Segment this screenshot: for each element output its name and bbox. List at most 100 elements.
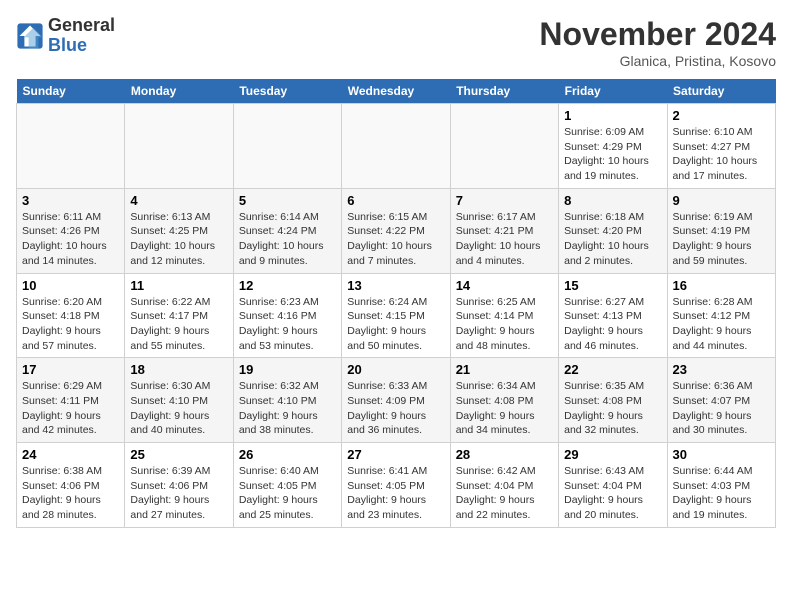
calendar-cell: 21Sunrise: 6:34 AM Sunset: 4:08 PM Dayli… [450,358,558,443]
calendar-cell [125,104,233,189]
calendar-week-row: 17 Sunrise: 6:29 AM Sunset: 4:11 PM Dayli… [17,358,776,443]
month-year-title: November 2024 [539,16,776,53]
day-number: 3 [22,193,119,208]
day-info: Sunrise: 6:33 AM Sunset: 4:09 PM Dayligh… [347,379,444,438]
day-number: 23 [673,362,770,377]
day-info: Sunrise: 6:10 AM Sunset: 4:27 PM Dayligh… [673,125,770,184]
day-number: 4 [130,193,227,208]
day-number: 19 [239,362,336,377]
calendar-cell [342,104,450,189]
day-info: Sunrise: 6:38 AM Sunset: 4:06 PM Dayligh… [22,464,119,523]
calendar-cell: 17 Sunrise: 6:29 AM Sunset: 4:11 PM Dayli… [17,358,125,443]
day-number: 29 [564,447,661,462]
calendar-cell: 8Sunrise: 6:18 AM Sunset: 4:20 PM Daylig… [559,188,667,273]
calendar-week-row: 1 Sunrise: 6:09 AM Sunset: 4:29 PM Daylig… [17,104,776,189]
calendar-cell: 7 Sunrise: 6:17 AM Sunset: 4:21 PM Daylig… [450,188,558,273]
day-number: 2 [673,108,770,123]
day-number: 10 [22,278,119,293]
day-info: Sunrise: 6:30 AM Sunset: 4:10 PM Dayligh… [130,379,227,438]
day-info: Sunrise: 6:29 AM Sunset: 4:11 PM Dayligh… [22,379,119,438]
day-number: 27 [347,447,444,462]
day-info: Sunrise: 6:28 AM Sunset: 4:12 PM Dayligh… [673,295,770,354]
weekday-header-thursday: Thursday [450,79,558,104]
calendar-cell: 2 Sunrise: 6:10 AM Sunset: 4:27 PM Daylig… [667,104,775,189]
day-info: Sunrise: 6:22 AM Sunset: 4:17 PM Dayligh… [130,295,227,354]
day-number: 25 [130,447,227,462]
day-info: Sunrise: 6:35 AM Sunset: 4:08 PM Dayligh… [564,379,661,438]
day-info: Sunrise: 6:19 AM Sunset: 4:19 PM Dayligh… [673,210,770,269]
day-info: Sunrise: 6:15 AM Sunset: 4:22 PM Dayligh… [347,210,444,269]
calendar-table: SundayMondayTuesdayWednesdayThursdayFrid… [16,79,776,528]
day-info: Sunrise: 6:43 AM Sunset: 4:04 PM Dayligh… [564,464,661,523]
day-number: 1 [564,108,661,123]
logo-line1: General [48,16,115,36]
location-subtitle: Glanica, Pristina, Kosovo [539,53,776,69]
day-info: Sunrise: 6:39 AM Sunset: 4:06 PM Dayligh… [130,464,227,523]
day-info: Sunrise: 6:32 AM Sunset: 4:10 PM Dayligh… [239,379,336,438]
calendar-cell: 16 Sunrise: 6:28 AM Sunset: 4:12 PM Dayli… [667,273,775,358]
calendar-cell: 29 Sunrise: 6:43 AM Sunset: 4:04 PM Dayli… [559,443,667,528]
day-number: 24 [22,447,119,462]
calendar-cell: 30Sunrise: 6:44 AM Sunset: 4:03 PM Dayli… [667,443,775,528]
day-info: Sunrise: 6:41 AM Sunset: 4:05 PM Dayligh… [347,464,444,523]
calendar-cell: 24 Sunrise: 6:38 AM Sunset: 4:06 PM Dayli… [17,443,125,528]
title-block: November 2024 Glanica, Pristina, Kosovo [539,16,776,69]
calendar-cell: 20Sunrise: 6:33 AM Sunset: 4:09 PM Dayli… [342,358,450,443]
logo-line2: Blue [48,36,115,56]
calendar-cell: 13 Sunrise: 6:24 AM Sunset: 4:15 PM Dayli… [342,273,450,358]
day-info: Sunrise: 6:17 AM Sunset: 4:21 PM Dayligh… [456,210,553,269]
calendar-cell: 28Sunrise: 6:42 AM Sunset: 4:04 PM Dayli… [450,443,558,528]
logo: General Blue [16,16,115,56]
weekday-header-monday: Monday [125,79,233,104]
logo-icon [16,22,44,50]
calendar-cell: 5Sunrise: 6:14 AM Sunset: 4:24 PM Daylig… [233,188,341,273]
day-info: Sunrise: 6:11 AM Sunset: 4:26 PM Dayligh… [22,210,119,269]
calendar-cell: 10Sunrise: 6:20 AM Sunset: 4:18 PM Dayli… [17,273,125,358]
calendar-cell: 18 Sunrise: 6:30 AM Sunset: 4:10 PM Dayli… [125,358,233,443]
calendar-cell: 9 Sunrise: 6:19 AM Sunset: 4:19 PM Daylig… [667,188,775,273]
weekday-header-tuesday: Tuesday [233,79,341,104]
calendar-cell: 14 Sunrise: 6:25 AM Sunset: 4:14 PM Dayli… [450,273,558,358]
calendar-week-row: 24 Sunrise: 6:38 AM Sunset: 4:06 PM Dayli… [17,443,776,528]
calendar-cell: 26Sunrise: 6:40 AM Sunset: 4:05 PM Dayli… [233,443,341,528]
day-number: 15 [564,278,661,293]
calendar-cell: 19 Sunrise: 6:32 AM Sunset: 4:10 PM Dayli… [233,358,341,443]
day-number: 16 [673,278,770,293]
day-number: 18 [130,362,227,377]
day-info: Sunrise: 6:25 AM Sunset: 4:14 PM Dayligh… [456,295,553,354]
calendar-week-row: 3 Sunrise: 6:11 AM Sunset: 4:26 PM Daylig… [17,188,776,273]
day-info: Sunrise: 6:24 AM Sunset: 4:15 PM Dayligh… [347,295,444,354]
day-number: 28 [456,447,553,462]
calendar-week-row: 10Sunrise: 6:20 AM Sunset: 4:18 PM Dayli… [17,273,776,358]
day-info: Sunrise: 6:40 AM Sunset: 4:05 PM Dayligh… [239,464,336,523]
day-info: Sunrise: 6:27 AM Sunset: 4:13 PM Dayligh… [564,295,661,354]
calendar-cell: 6 Sunrise: 6:15 AM Sunset: 4:22 PM Daylig… [342,188,450,273]
day-number: 22 [564,362,661,377]
page-header: General Blue November 2024 Glanica, Pris… [16,16,776,69]
day-info: Sunrise: 6:36 AM Sunset: 4:07 PM Dayligh… [673,379,770,438]
day-number: 9 [673,193,770,208]
day-number: 7 [456,193,553,208]
calendar-cell: 4 Sunrise: 6:13 AM Sunset: 4:25 PM Daylig… [125,188,233,273]
day-info: Sunrise: 6:13 AM Sunset: 4:25 PM Dayligh… [130,210,227,269]
day-number: 8 [564,193,661,208]
day-info: Sunrise: 6:14 AM Sunset: 4:24 PM Dayligh… [239,210,336,269]
day-number: 14 [456,278,553,293]
weekday-header-row: SundayMondayTuesdayWednesdayThursdayFrid… [17,79,776,104]
day-number: 13 [347,278,444,293]
calendar-cell: 1 Sunrise: 6:09 AM Sunset: 4:29 PM Daylig… [559,104,667,189]
calendar-cell [17,104,125,189]
day-info: Sunrise: 6:44 AM Sunset: 4:03 PM Dayligh… [673,464,770,523]
calendar-cell [450,104,558,189]
day-number: 17 [22,362,119,377]
day-number: 6 [347,193,444,208]
calendar-cell: 25 Sunrise: 6:39 AM Sunset: 4:06 PM Dayli… [125,443,233,528]
calendar-cell: 15 Sunrise: 6:27 AM Sunset: 4:13 PM Dayli… [559,273,667,358]
day-number: 11 [130,278,227,293]
day-info: Sunrise: 6:23 AM Sunset: 4:16 PM Dayligh… [239,295,336,354]
calendar-cell [233,104,341,189]
logo-text: General Blue [48,16,115,56]
weekday-header-friday: Friday [559,79,667,104]
day-number: 21 [456,362,553,377]
day-info: Sunrise: 6:09 AM Sunset: 4:29 PM Dayligh… [564,125,661,184]
